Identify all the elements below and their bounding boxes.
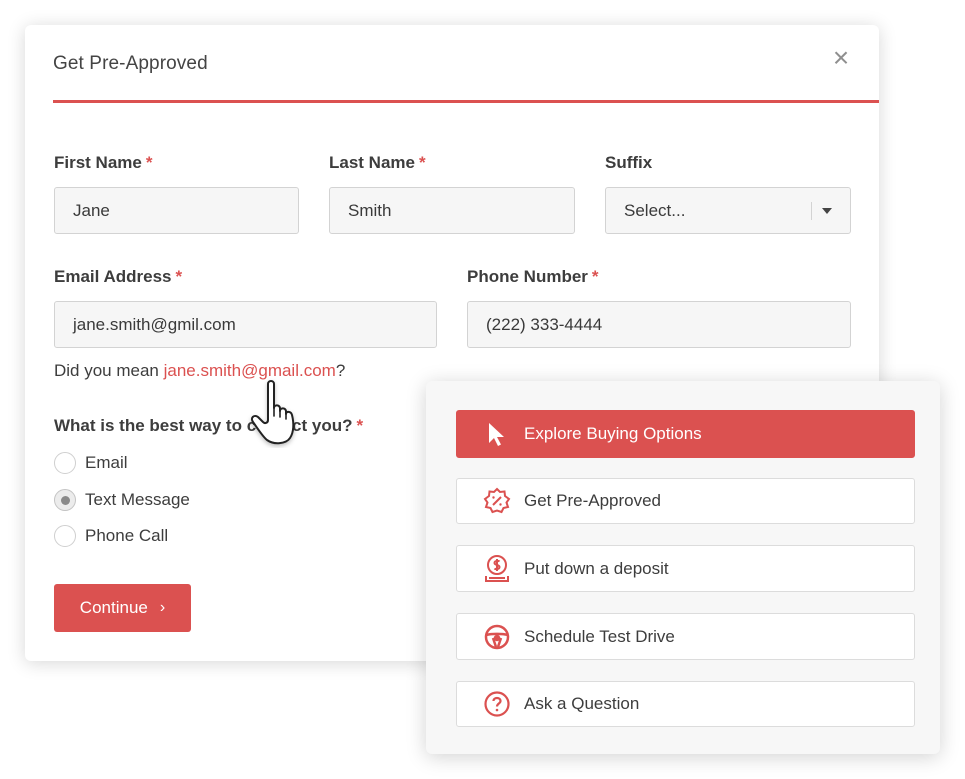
cursor-arrow-icon: [482, 419, 512, 449]
action-label: Schedule Test Drive: [524, 626, 675, 646]
first-name-label: First Name *: [54, 153, 153, 172]
action-label: Explore Buying Options: [524, 424, 702, 443]
first-name-input[interactable]: Jane: [54, 187, 299, 234]
phone-field: Phone Number * (222) 333-4444: [467, 266, 851, 348]
ask-a-question-button[interactable]: Ask a Question: [456, 681, 915, 727]
question-circle-icon: [482, 689, 512, 719]
suffix-label: Suffix: [605, 153, 653, 172]
radio-button[interactable]: [54, 525, 76, 547]
radio-button-selected[interactable]: [54, 489, 76, 511]
radio-label: Text Message: [85, 490, 190, 509]
suffix-field: Suffix Select...: [605, 152, 851, 234]
contact-option-email[interactable]: Email: [54, 451, 128, 475]
action-label: Get Pre-Approved: [524, 491, 662, 510]
close-button[interactable]: ×: [829, 44, 853, 72]
last-name-input[interactable]: Smith: [329, 187, 575, 234]
contact-question: What is the best way to contact you? *: [54, 416, 364, 435]
modal-header: Get Pre-Approved ×: [53, 25, 879, 103]
contact-option-phone-call[interactable]: Phone Call: [54, 524, 168, 548]
required-marker: *: [418, 153, 426, 172]
schedule-test-drive-button[interactable]: Schedule Test Drive: [456, 613, 915, 660]
phone-label: Phone Number *: [467, 267, 599, 286]
action-label: Put down a deposit: [524, 558, 669, 578]
last-name-field: Last Name * Smith: [329, 152, 575, 234]
get-pre-approved-button[interactable]: Get Pre-Approved: [456, 478, 915, 524]
continue-label: Continue: [79, 598, 148, 617]
hand-pointer-icon: [246, 378, 306, 448]
percent-badge-icon: [482, 486, 512, 516]
last-name-label: Last Name *: [329, 153, 426, 172]
phone-input[interactable]: (222) 333-4444: [467, 301, 851, 348]
continue-button[interactable]: Continue ›: [54, 584, 191, 632]
required-marker: *: [175, 267, 183, 286]
actions-panel: Explore Buying Options Get Pre-Approved: [426, 381, 940, 754]
chevron-right-icon: ›: [159, 599, 166, 616]
steering-wheel-icon: [482, 622, 512, 652]
contact-option-text-message[interactable]: Text Message: [54, 488, 190, 512]
explore-buying-options-button[interactable]: Explore Buying Options: [456, 410, 915, 458]
radio-label: Email: [85, 453, 128, 472]
stage: Get Pre-Approved × First Name * Jane Last…: [0, 0, 965, 779]
required-marker: *: [145, 153, 153, 172]
email-label: Email Address *: [54, 267, 183, 286]
put-down-deposit-button[interactable]: Put down a deposit: [456, 545, 915, 592]
radio-label: Phone Call: [85, 526, 169, 545]
email-field: Email Address * jane.smith@gmil.com: [54, 266, 437, 348]
required-marker: *: [591, 267, 599, 286]
email-input[interactable]: jane.smith@gmil.com: [54, 301, 437, 348]
select-divider: [811, 202, 812, 220]
action-label: Ask a Question: [524, 694, 640, 713]
modal-title: Get Pre-Approved: [53, 53, 208, 74]
required-marker: *: [356, 416, 364, 435]
chevron-down-icon: [822, 208, 832, 214]
dollar-deposit-icon: [482, 554, 512, 584]
suffix-select[interactable]: Select...: [605, 187, 851, 234]
radio-button[interactable]: [54, 452, 76, 474]
suffix-select-value: Select...: [624, 201, 686, 220]
first-name-field: First Name * Jane: [54, 152, 299, 234]
